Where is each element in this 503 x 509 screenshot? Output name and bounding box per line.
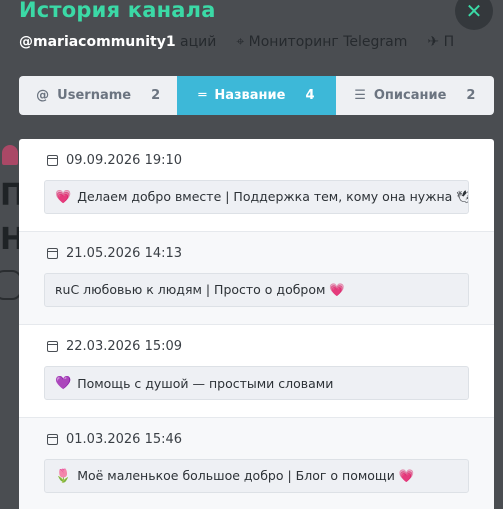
calendar-icon xyxy=(47,341,58,352)
calendar-icon xyxy=(47,155,58,166)
entry-text: Делаем добро вместе | Поддержка тем, ком… xyxy=(77,189,469,204)
entry-value: 🌷 Моё маленькое большое добро | Блог о п… xyxy=(44,459,469,493)
entry-date: 01.03.2026 15:46 xyxy=(47,432,182,447)
entry-value: 💜 Помощь с душой — простыми словами xyxy=(44,366,469,400)
history-tabs: @ Username 2 ═ Название 4 ☰ Описание 2 xyxy=(19,76,494,115)
list-item: 01.03.2026 15:46 🌷 Моё маленькое большое… xyxy=(19,418,494,509)
entry-value: ʀuС любовью к людям | Просто о добром 💗 xyxy=(44,273,469,307)
entry-value: 💗 Делаем добро вместе | Поддержка тем, к… xyxy=(44,180,469,214)
history-list[interactable]: 09.09.2026 19:10 💗 Делаем добро вместе |… xyxy=(19,139,494,509)
tab-label: Username xyxy=(57,88,132,103)
entry-date: 22.03.2026 15:09 xyxy=(47,339,182,354)
tab-count: 4 xyxy=(305,88,315,103)
entry-text: Помощь с душой — простыми словами xyxy=(77,375,334,391)
close-icon: ✕ xyxy=(465,0,483,23)
heart-icon: 💜 xyxy=(55,375,72,391)
heart-icon: 💗 xyxy=(55,189,72,205)
calendar-icon xyxy=(47,248,58,259)
list-item: 09.09.2026 19:10 💗 Делаем добро вместе |… xyxy=(19,139,494,232)
bg-nav-item: ⌖ Мониторинг Telegram xyxy=(236,34,408,50)
entry-date: 09.09.2026 19:10 xyxy=(47,153,182,168)
tulip-icon: 🌷 xyxy=(55,468,72,484)
tab-description[interactable]: ☰ Описание 2 xyxy=(336,76,494,115)
entry-text: Моё маленькое большое добро | Блог о пом… xyxy=(77,468,415,483)
entry-date: 21.05.2026 14:13 xyxy=(47,246,182,261)
tab-count: 2 xyxy=(151,88,161,103)
text-lines-icon: ═ xyxy=(198,88,207,103)
tab-title[interactable]: ═ Название 4 xyxy=(177,76,336,115)
paragraph-icon: ☰ xyxy=(354,88,366,103)
tab-count: 2 xyxy=(466,88,476,103)
at-icon: @ xyxy=(36,88,50,103)
bg-nav-item: аций xyxy=(180,34,217,50)
tab-label: Описание xyxy=(373,88,447,103)
entry-text: ʀuС любовью к людям | Просто о добром 💗 xyxy=(55,282,345,297)
list-item: 21.05.2026 14:13 ʀuС любовью к людям | П… xyxy=(19,232,494,325)
tab-label: Название xyxy=(214,88,286,103)
tab-username[interactable]: @ Username 2 xyxy=(19,76,177,115)
bg-heart-icon xyxy=(2,145,18,165)
channel-username: @mariacommunity1 xyxy=(19,34,176,50)
calendar-icon xyxy=(47,434,58,445)
bg-nav-item: ✈ П xyxy=(427,34,455,50)
modal-title: История канала xyxy=(19,0,216,22)
list-item: 22.03.2026 15:09 💜 Помощь с душой — прос… xyxy=(19,325,494,418)
